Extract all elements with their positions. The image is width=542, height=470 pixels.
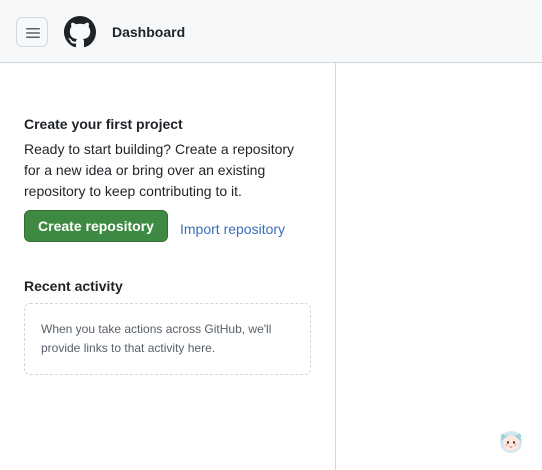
hamburger-menu-icon <box>26 28 40 38</box>
recent-activity-empty-text: When you take actions across GitHub, we'… <box>41 322 272 355</box>
recent-activity-heading: Recent activity <box>24 278 123 294</box>
recent-activity-empty-box: When you take actions across GitHub, we'… <box>24 303 311 375</box>
assistant-avatar-icon[interactable] <box>497 427 525 455</box>
page-title[interactable]: Dashboard <box>112 24 185 40</box>
github-logo-icon[interactable] <box>64 16 96 48</box>
first-project-description: Ready to start building? Create a reposi… <box>24 141 295 199</box>
menu-button[interactable] <box>16 17 48 47</box>
import-repository-link[interactable]: Import repository <box>180 221 285 237</box>
first-project-heading: Create your first project <box>24 116 183 132</box>
top-header: Dashboard <box>0 0 542 63</box>
column-divider <box>335 63 336 470</box>
create-repository-button[interactable]: Create repository <box>24 210 168 242</box>
